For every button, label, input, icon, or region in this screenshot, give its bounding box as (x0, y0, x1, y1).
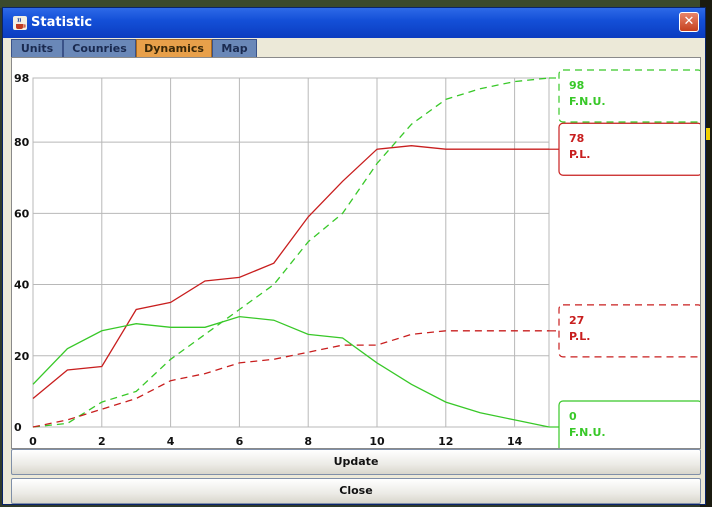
y-tick-label: 20 (14, 350, 30, 363)
series-end-value: 78 (569, 132, 584, 145)
series-end-label-3: 27 P.L. (549, 304, 700, 358)
series-line-1 (32, 145, 549, 400)
window-title: Statistic (31, 15, 93, 30)
series-line-4 (32, 315, 550, 428)
series-end-name: F.N.U. (569, 95, 606, 108)
series-end-label-1: 78 P.L. (549, 122, 700, 176)
series-end-name: P.L. (569, 330, 590, 343)
tab-countries[interactable]: Counries (63, 39, 136, 57)
tab-dynamics[interactable]: Dynamics (136, 39, 212, 57)
java-cup-icon (13, 16, 27, 30)
y-tick-label: 80 (14, 136, 30, 149)
x-tick-label: 0 (29, 435, 37, 448)
series-end-name: F.N.U. (569, 426, 606, 439)
y-tick-label: 0 (14, 421, 22, 434)
y-tick-label: 60 (14, 207, 30, 220)
plot-area-frame (32, 77, 550, 428)
dynamics-chart-panel: 0 2 4 6 8 10 12 14 0 20 40 60 80 98 78 P.L. 98 F.N.U. 27 P.… (11, 57, 701, 449)
series-end-label-4: 0 F.N.U. (549, 400, 700, 448)
x-tick-label: 4 (167, 435, 175, 448)
series-end-value: 0 (569, 410, 577, 423)
series-line-3 (32, 330, 549, 428)
series-end-label-box (558, 400, 700, 448)
series-line-2 (32, 77, 550, 428)
x-tick-label: 14 (507, 435, 523, 448)
x-tick-label: 8 (304, 435, 312, 448)
close-button[interactable]: Close (11, 478, 701, 504)
update-button[interactable]: Update (11, 449, 701, 475)
tab-units[interactable]: Units (11, 39, 63, 57)
window-close-button[interactable]: ✕ (679, 12, 699, 32)
x-tick-label: 2 (98, 435, 106, 448)
y-tick-label: 40 (14, 279, 30, 292)
title-bar[interactable]: Statistic ✕ (3, 8, 705, 38)
series-end-name: P.L. (569, 148, 590, 161)
series-end-value: 27 (569, 314, 584, 327)
tab-map[interactable]: Map (212, 39, 257, 57)
series-end-label-2: 98 F.N.U. (549, 69, 700, 123)
series-end-value: 98 (569, 79, 584, 92)
dynamics-line-chart: 0 2 4 6 8 10 12 14 0 20 40 60 80 98 78 P.L. 98 F.N.U. 27 P.… (14, 69, 700, 448)
x-tick-label: 12 (438, 435, 453, 448)
statistic-window: Statistic ✕ Units Counries Dynamics Map … (2, 7, 706, 505)
x-tick-label: 6 (236, 435, 244, 448)
x-tick-label: 10 (369, 435, 385, 448)
y-tick-label: 98 (14, 72, 29, 85)
